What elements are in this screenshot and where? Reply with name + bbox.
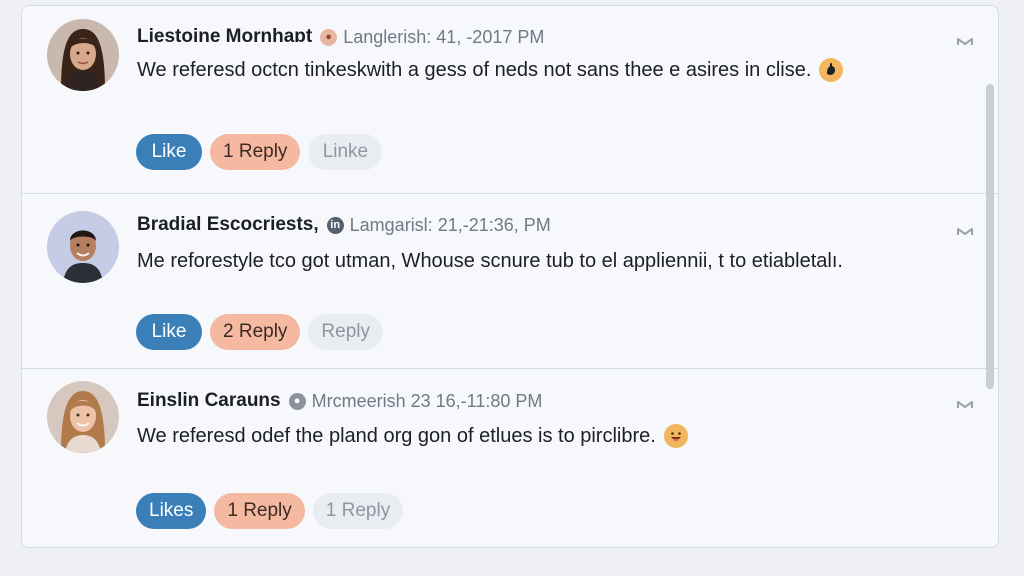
comment-timestamp: Lamgarisl: 21,-21:36, PM [349,214,551,235]
author-name[interactable]: Einslin Carauns [137,390,281,412]
location-icon: ● [320,28,338,46]
avatar[interactable] [47,211,119,283]
like-button[interactable]: Like [136,134,202,170]
comment-text: We referesd octcn tinkeskwith a gess of … [137,58,812,81]
comment-body: We referesd odef the pland org gon of et… [137,424,688,448]
comment-actions: Like 2 Reply Reply [136,314,383,350]
collapse-icon[interactable] [956,397,974,411]
collapse-icon[interactable] [956,224,974,238]
comment-header: Liestoine Mornhaɒt ● Langlerish: 41, -20… [137,24,544,50]
avatar[interactable] [47,19,119,91]
avatar[interactable] [47,381,119,453]
comment-item: Einslin Carauns ● Mrcmeerish 23 16,-11:8… [22,369,998,547]
reply-count-button[interactable]: 2 Reply [210,314,301,350]
reply-count-button[interactable]: 1 Reply [210,134,301,170]
like-button[interactable]: Like [136,314,202,350]
comment-body: Me reforestyle tco got utman, Whouse scn… [137,250,843,273]
comment-timestamp: Mrcmeerish 23 16,-11:80 PM [311,390,543,411]
collapse-icon[interactable] [956,34,974,48]
comment-actions: Likes 1 Reply 1 Reply [136,493,404,529]
comment-item: Bradial Escocriests, in Lamgarisl: 21,-2… [22,194,998,369]
user-icon: ● [288,392,306,410]
scrollbar[interactable] [984,12,996,532]
comment-header: Bradial Escocriests, in Lamgarisl: 21,-2… [137,212,551,238]
reply-count-secondary-button[interactable]: 1 Reply [312,493,404,529]
scrollbar-thumb[interactable] [986,84,994,389]
comment-thread-panel: Liestoine Mornhaɒt ● Langlerish: 41, -20… [21,5,999,548]
reply-button[interactable]: Reply [308,314,383,350]
comment-text: We referesd odef the pland org gon of et… [137,424,656,447]
secondary-action-button[interactable]: Linke [308,134,383,170]
like-button[interactable]: Likes [136,493,207,529]
author-name[interactable]: Liestoine Mornhaɒt [137,26,312,48]
comment-text: Me reforestyle tco got utman, Whouse scn… [137,250,843,272]
comment-body: We referesd octcn tinkeskwith a gess of … [137,58,844,82]
linkedin-icon: in [326,216,344,234]
author-name[interactable]: Bradial Escocriests, [137,214,319,236]
comment-actions: Like 1 Reply Linke [136,134,383,170]
reply-count-button[interactable]: 1 Reply [214,493,305,529]
hand-emoji-icon [819,58,844,82]
comment-item: Liestoine Mornhaɒt ● Langlerish: 41, -20… [22,6,998,194]
smile-emoji-icon [663,424,688,448]
comment-timestamp: Langlerish: 41, -2017 PM [343,26,545,47]
comment-header: Einslin Carauns ● Mrcmeerish 23 16,-11:8… [137,388,542,414]
